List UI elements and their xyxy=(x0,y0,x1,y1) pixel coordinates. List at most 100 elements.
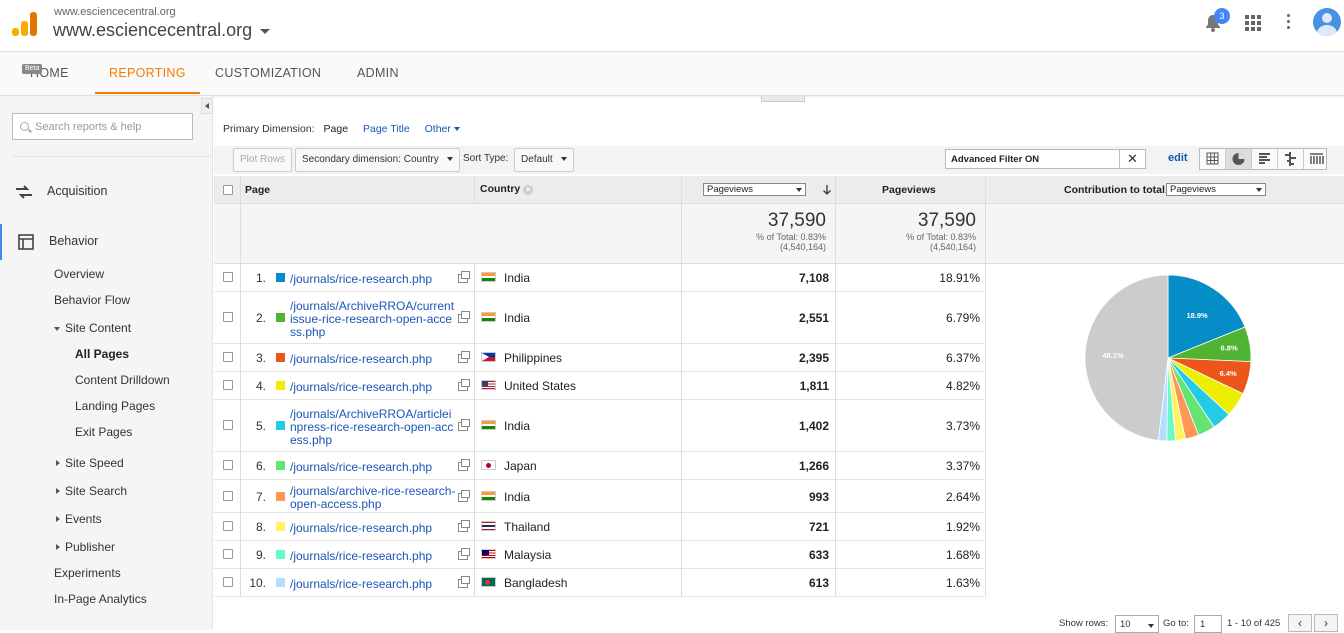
open-external-icon[interactable] xyxy=(458,351,470,363)
row-checkbox[interactable] xyxy=(223,272,233,282)
page-link[interactable]: /journals/rice-research.php xyxy=(290,381,458,394)
select-all-checkbox[interactable] xyxy=(223,185,233,195)
pagination: Show rows: 10 Go to: 1 1 - 10 of 425 ‹ › xyxy=(214,614,1344,633)
sidebar-item-acquisition[interactable]: Acquisition xyxy=(0,174,212,210)
sidebar-item-behavior[interactable]: Behavior xyxy=(0,224,212,260)
sidebar-item-overview[interactable]: Overview xyxy=(54,267,104,281)
pageviews-cell: 993 xyxy=(808,490,829,504)
tab-customization[interactable]: CUSTOMIZATION xyxy=(215,52,321,94)
pie-view-icon[interactable] xyxy=(1226,149,1252,169)
secondary-dimension-select[interactable]: Secondary dimension: Country xyxy=(295,148,460,172)
remove-dimension-icon[interactable]: × xyxy=(523,185,534,195)
page-link[interactable]: /journals/rice-research.php xyxy=(290,273,458,286)
metric-select[interactable]: Pageviews xyxy=(703,183,806,196)
pivot-view-icon[interactable] xyxy=(1304,149,1329,169)
analytics-logo-icon[interactable] xyxy=(12,12,38,36)
country-flag-icon xyxy=(481,521,496,531)
page-link[interactable]: /journals/rice-research.php xyxy=(290,461,458,474)
apps-grid-icon[interactable] xyxy=(1245,15,1261,31)
clear-filter-icon[interactable]: ✕ xyxy=(1119,149,1145,169)
comparison-view-icon[interactable] xyxy=(1278,149,1304,169)
page-link[interactable]: /journals/rice-research.php xyxy=(290,550,458,563)
page-link[interactable]: /journals/archive-rice-research-open-acc… xyxy=(290,485,458,511)
edit-filter-link[interactable]: edit xyxy=(1168,152,1188,164)
sidebar-item-in-page-analytics[interactable]: In-Page Analytics xyxy=(54,592,147,606)
col-page-header[interactable]: Page xyxy=(245,184,270,196)
open-external-icon[interactable] xyxy=(458,271,470,283)
sidebar-item-all-pages[interactable]: All Pages xyxy=(75,347,129,361)
page-link[interactable]: /journals/ArchiveRROA/articleinpress-ric… xyxy=(290,408,458,447)
table-row: 10. /journals/rice-research.php Bangladesh… xyxy=(214,569,986,597)
dimension-other-link[interactable]: Other xyxy=(425,123,460,135)
percent-cell: 4.82% xyxy=(945,379,980,393)
sidebar-item-behavior-flow[interactable]: Behavior Flow xyxy=(54,293,130,307)
table-view-icon[interactable] xyxy=(1200,149,1226,169)
row-number: 3. xyxy=(255,351,266,365)
expand-handle[interactable] xyxy=(761,96,805,102)
chevron-right-icon xyxy=(56,460,60,466)
sidebar-item-content-drilldown[interactable]: Content Drilldown xyxy=(75,373,170,387)
country-cell: India xyxy=(504,490,531,504)
row-checkbox[interactable] xyxy=(223,380,233,390)
sort-descending-icon[interactable] xyxy=(822,184,832,196)
next-page-button[interactable]: › xyxy=(1314,614,1338,632)
open-external-icon[interactable] xyxy=(458,520,470,532)
chevron-down-icon xyxy=(796,188,802,192)
row-checkbox[interactable] xyxy=(223,460,233,470)
tab-admin[interactable]: ADMIN xyxy=(357,52,399,94)
sidebar-item-exit-pages[interactable]: Exit Pages xyxy=(75,425,132,439)
goto-label: Go to: xyxy=(1163,618,1189,629)
bar-view-icon[interactable] xyxy=(1252,149,1278,169)
page-link[interactable]: /journals/rice-research.php xyxy=(290,353,458,366)
open-external-icon[interactable] xyxy=(458,490,470,502)
open-external-icon[interactable] xyxy=(458,548,470,560)
page-link[interactable]: /journals/rice-research.php xyxy=(290,522,458,535)
show-rows-select[interactable]: 10 xyxy=(1115,615,1159,633)
row-checkbox[interactable] xyxy=(223,549,233,559)
dimension-page-title-link[interactable]: Page Title xyxy=(363,123,410,135)
plot-rows-button[interactable]: Plot Rows xyxy=(233,148,293,172)
advanced-filter-field[interactable]: Advanced Filter ON ✕ xyxy=(945,149,1146,169)
row-checkbox[interactable] xyxy=(223,521,233,531)
percent-cell: 6.37% xyxy=(945,351,980,365)
goto-input[interactable]: 1 xyxy=(1194,615,1222,633)
tab-reporting[interactable]: REPORTING xyxy=(95,52,200,94)
more-vert-icon[interactable] xyxy=(1287,14,1291,30)
row-checkbox[interactable] xyxy=(223,491,233,501)
sidebar-item-site-content[interactable]: Site Content xyxy=(54,321,131,335)
prev-page-button[interactable]: ‹ xyxy=(1288,614,1312,632)
sidebar-item-publisher[interactable]: Publisher xyxy=(56,540,115,554)
country-cell: Bangladesh xyxy=(504,576,568,590)
page-link[interactable]: /journals/rice-research.php xyxy=(290,578,458,591)
row-checkbox[interactable] xyxy=(223,420,233,430)
sort-type-select[interactable]: Default xyxy=(514,148,574,172)
row-checkbox[interactable] xyxy=(223,577,233,587)
sidebar-item-experiments[interactable]: Experiments xyxy=(54,566,121,580)
page-link[interactable]: /journals/ArchiveRROA/current issue-rice… xyxy=(290,300,458,339)
avatar[interactable] xyxy=(1313,8,1341,36)
chevron-right-icon xyxy=(56,544,60,550)
collapse-sidebar-button[interactable] xyxy=(201,98,213,114)
open-external-icon[interactable] xyxy=(458,459,470,471)
country-cell: India xyxy=(504,311,531,325)
search-input[interactable]: Search reports & help xyxy=(12,113,193,140)
open-external-icon[interactable] xyxy=(458,311,470,323)
totals-row: 37,590 % of Total: 0.83% (4,540,164) 37,… xyxy=(214,204,1344,264)
col-country-header[interactable]: Country × xyxy=(480,183,534,195)
open-external-icon[interactable] xyxy=(458,379,470,391)
contribution-select[interactable]: Pageviews xyxy=(1166,183,1266,196)
pie-slice[interactable] xyxy=(1084,274,1169,441)
sidebar-item-site-speed[interactable]: Site Speed xyxy=(56,456,124,470)
property-selector[interactable]: www.esciencecentral.org xyxy=(53,20,271,41)
col-pageviews-header[interactable]: Pageviews xyxy=(882,184,936,196)
country-cell: Thailand xyxy=(504,520,551,534)
row-checkbox[interactable] xyxy=(223,312,233,322)
sidebar-item-events[interactable]: Events xyxy=(56,512,102,526)
sidebar-item-site-search[interactable]: Site Search xyxy=(56,484,127,498)
table-row: 9. /journals/rice-research.php Malaysia 633… xyxy=(214,541,986,569)
pie-slice-label: 48.1% xyxy=(1102,351,1124,360)
open-external-icon[interactable] xyxy=(458,419,470,431)
row-checkbox[interactable] xyxy=(223,352,233,362)
sidebar-item-landing-pages[interactable]: Landing Pages xyxy=(75,399,155,413)
open-external-icon[interactable] xyxy=(458,576,470,588)
